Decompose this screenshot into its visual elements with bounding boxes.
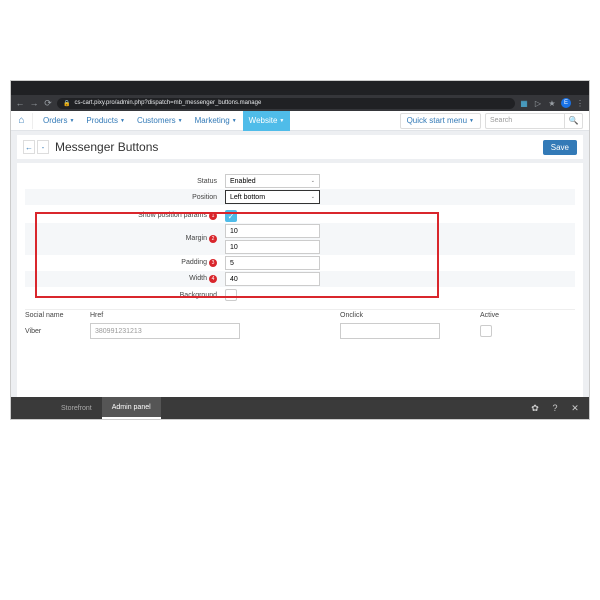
padding-label: Padding3 bbox=[25, 259, 225, 267]
onclick-input[interactable] bbox=[340, 323, 440, 339]
menu-customers[interactable]: Customers▼ bbox=[131, 111, 189, 131]
lock-icon: 🔒 bbox=[63, 100, 70, 107]
widget-label bbox=[11, 397, 51, 419]
menu-products[interactable]: Products▼ bbox=[80, 111, 131, 131]
margin-top-input[interactable]: 10 bbox=[225, 224, 320, 238]
margin-label: Margin2 bbox=[25, 235, 225, 243]
status-select[interactable]: Enabled⌄ bbox=[225, 174, 320, 188]
position-label: Position bbox=[25, 194, 225, 201]
col-href: Href bbox=[90, 312, 340, 319]
collapse-right-button[interactable]: - bbox=[37, 140, 49, 154]
col-social: Social name bbox=[25, 312, 90, 319]
show-params-checkbox[interactable]: ✓ bbox=[225, 210, 237, 222]
col-active: Active bbox=[480, 312, 520, 319]
status-label: Status bbox=[25, 178, 225, 185]
extension-icon[interactable]: ▷ bbox=[533, 98, 543, 108]
url-bar[interactable]: 🔒 cs-cart.pixy.pro/admin.php?dispatch=mb… bbox=[57, 98, 515, 109]
padding-input[interactable]: 5 bbox=[225, 256, 320, 270]
menu-marketing[interactable]: Marketing▼ bbox=[189, 111, 243, 131]
collapse-left-button[interactable]: ← bbox=[23, 140, 35, 154]
tab-storefront[interactable]: Storefront bbox=[51, 397, 102, 419]
home-icon[interactable]: ⌂ bbox=[17, 113, 33, 129]
menu-orders[interactable]: Orders▼ bbox=[37, 111, 80, 131]
extension-icon[interactable]: ▦ bbox=[519, 98, 529, 108]
margin-bottom-input[interactable]: 10 bbox=[225, 240, 320, 254]
href-input[interactable]: 380991231213 bbox=[90, 323, 240, 339]
col-onclick: Onclick bbox=[340, 312, 480, 319]
save-button[interactable]: Save bbox=[543, 140, 577, 155]
table-header: Social name Href Onclick Active bbox=[25, 309, 575, 321]
page-title: Messenger Buttons bbox=[55, 140, 158, 154]
active-checkbox[interactable] bbox=[480, 325, 492, 337]
browser-tab-strip bbox=[11, 81, 589, 95]
bottom-bar: Storefront Admin panel ✿ ? ✕ bbox=[11, 397, 589, 419]
menu-website[interactable]: Website▼ bbox=[243, 111, 291, 131]
search-button[interactable]: 🔍 bbox=[565, 113, 583, 129]
back-icon[interactable]: ← bbox=[15, 98, 25, 108]
show-params-label: Show position params1 bbox=[25, 212, 225, 220]
position-select[interactable]: Left bottom⌄ bbox=[225, 190, 320, 204]
close-icon[interactable]: ✕ bbox=[569, 402, 581, 414]
forward-icon[interactable]: → bbox=[29, 98, 39, 108]
menu-icon[interactable]: ⋮ bbox=[575, 98, 585, 108]
width-label: Width4 bbox=[25, 275, 225, 283]
help-icon[interactable]: ? bbox=[549, 402, 561, 414]
tab-admin-panel[interactable]: Admin panel bbox=[102, 397, 161, 419]
search-input[interactable]: Search bbox=[485, 113, 565, 129]
title-bar: ← - Messenger Buttons Save bbox=[17, 135, 583, 159]
quick-start-button[interactable]: Quick start menu▼ bbox=[400, 113, 481, 129]
social-name-cell: Viber bbox=[25, 328, 90, 335]
content-panel: Status Enabled⌄ Position Left bottom⌄ Sh… bbox=[17, 163, 583, 419]
width-input[interactable]: 40 bbox=[225, 272, 320, 286]
background-label: Background bbox=[25, 292, 225, 299]
bookmark-icon[interactable]: ★ bbox=[547, 98, 557, 108]
url-text: cs-cart.pixy.pro/admin.php?dispatch=mb_m… bbox=[74, 100, 261, 106]
table-row: Viber 380991231213 bbox=[25, 321, 575, 341]
reload-icon[interactable]: ⟳ bbox=[43, 98, 53, 108]
avatar[interactable]: E bbox=[561, 98, 571, 108]
gear-icon[interactable]: ✿ bbox=[529, 402, 541, 414]
background-checkbox[interactable] bbox=[225, 289, 237, 301]
browser-toolbar: ← → ⟳ 🔒 cs-cart.pixy.pro/admin.php?dispa… bbox=[11, 95, 589, 111]
main-menu: ⌂ Orders▼ Products▼ Customers▼ Marketing… bbox=[11, 111, 589, 131]
